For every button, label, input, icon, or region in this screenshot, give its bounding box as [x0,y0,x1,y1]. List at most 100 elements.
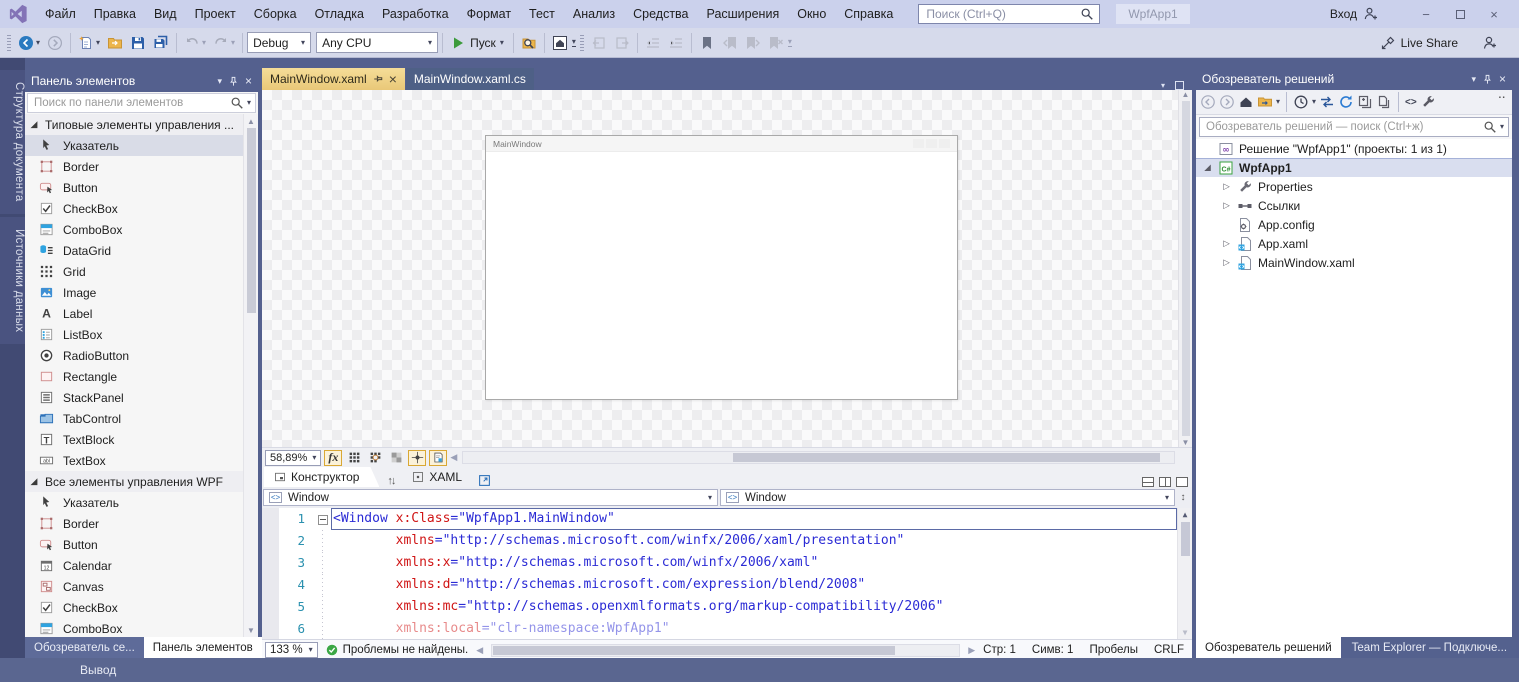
toolbox-item[interactable]: Button [25,534,243,555]
tree-expander-icon[interactable] [1221,181,1232,192]
fold-margin[interactable] [314,552,331,574]
tab-design-view[interactable]: Конструктор [264,467,379,487]
toolbox-item[interactable]: ComboBox [25,219,243,240]
tab-list-dropdown-icon[interactable] [1161,82,1165,90]
toolbox-item[interactable]: CheckBox [25,597,243,618]
menu-item[interactable]: Тест [520,0,564,28]
start-debugging-button[interactable]: Пуск [447,31,509,55]
tab-mainwindow-xaml[interactable]: MainWindow.xaml [262,68,405,90]
tree-expander-icon[interactable] [1221,238,1232,249]
toolbar-grip[interactable] [7,35,11,51]
tab-team-explorer[interactable]: Team Explorer — Подключе... [1343,637,1516,658]
editor-vertical-scrollbar[interactable]: ▲ ▼ [1177,508,1192,639]
menu-item[interactable]: Разработка [373,0,458,28]
designer-zoom-combo[interactable]: 58,89% [265,450,321,466]
find-in-files-button[interactable] [518,31,540,55]
search-options-icon[interactable] [1500,123,1504,131]
switch-views-icon[interactable] [1257,94,1273,110]
undo-button[interactable] [181,31,209,55]
solution-platform-combo[interactable]: Any CPU [316,32,438,53]
search-options-icon[interactable] [247,99,251,107]
toolbox-item[interactable]: Указатель [25,492,243,513]
tab-server-explorer[interactable]: Обозреватель се... [25,637,144,658]
menu-item[interactable]: Проект [186,0,245,28]
editor-horizontal-scrollbar[interactable] [491,644,960,657]
design-window-preview[interactable]: MainWindow [485,135,958,400]
view-code-icon[interactable]: <> [1405,97,1417,108]
line-ending[interactable]: CRLF [1154,644,1184,656]
send-feedback-button[interactable] [1479,31,1501,55]
scroll-down-icon[interactable]: ▼ [247,623,255,637]
side-tab[interactable]: Структура документа [0,70,25,214]
scrollbar-thumb[interactable] [247,128,256,313]
designer-vertical-scrollbar[interactable]: ▲ ▼ [1178,90,1192,447]
toolbox-item[interactable]: Grid [25,261,243,282]
menu-item[interactable]: Отладка [306,0,373,28]
scrollbar-thumb[interactable] [493,646,895,655]
toolbox-header[interactable]: Панель элементов ▾ × [25,70,258,92]
close-icon[interactable]: × [245,74,252,88]
save-all-button[interactable] [150,31,172,55]
back-icon[interactable] [1200,94,1216,110]
designer-horizontal-scrollbar[interactable] [462,451,1175,464]
splitter-handle-icon[interactable]: ↕ [1176,492,1190,503]
vertical-split-icon[interactable] [1159,477,1171,487]
toolbox-item[interactable]: 12 Calendar [25,555,243,576]
tab-xaml-view[interactable]: XAML [402,467,472,487]
pop-out-pane-icon[interactable] [478,474,491,487]
toolbox-search[interactable] [27,93,256,113]
close-icon[interactable]: × [1499,72,1506,86]
breadcrumb-right[interactable]: <> Window [720,489,1175,506]
properties-wrench-icon[interactable] [1420,94,1436,110]
code-line[interactable]: 4 xmlns:d="http://schemas.microsoft.com/… [262,574,1192,596]
menu-item[interactable]: Правка [85,0,145,28]
solution-search-input[interactable] [1204,120,1480,134]
toolbox-search-input[interactable] [32,96,227,110]
document-health-indicator[interactable]: Проблемы не найдены. [326,644,469,656]
float-window-icon[interactable] [1175,81,1184,90]
solution-configuration-combo[interactable]: Debug [247,32,311,53]
scroll-down-icon[interactable]: ▼ [1182,438,1190,447]
toggle-artboard-background-button[interactable] [387,450,405,466]
menu-item[interactable]: Сборка [245,0,306,28]
switch-views-dropdown-icon[interactable] [1276,98,1280,106]
home-icon[interactable] [1238,94,1254,110]
tree-item[interactable]: Properties [1196,177,1512,196]
toolbox-item[interactable]: Border [25,513,243,534]
refresh-icon[interactable] [1338,94,1354,110]
increase-indent-button[interactable] [665,31,687,55]
save-button[interactable] [127,31,149,55]
window-position-icon[interactable]: ▾ [1471,74,1476,85]
menu-item[interactable]: Расширения [698,0,789,28]
xaml-designer-surface[interactable]: MainWindow ▲ ▼ [262,90,1192,447]
scroll-right-icon[interactable]: ▶ [968,646,975,655]
menu-item[interactable]: Средства [624,0,697,28]
bookmark-toolbar-options-icon[interactable] [788,38,792,47]
toolbox-scrollbar[interactable]: ▲ ▼ [243,114,258,637]
toolbox-item[interactable]: CheckBox [25,198,243,219]
toolbox-item[interactable]: T TextBlock [25,429,243,450]
toolbox-item[interactable]: ComboBox [25,618,243,637]
breadcrumb-left[interactable]: <> Window [263,489,718,506]
toggle-snaplines-button[interactable] [408,450,426,466]
pin-tab-icon[interactable] [373,74,383,84]
toolbox-item[interactable]: Button [25,177,243,198]
sync-with-active-document-icon[interactable] [1319,94,1335,110]
redo-button[interactable] [210,31,238,55]
maximize-button[interactable] [1443,0,1477,28]
scroll-down-icon[interactable]: ▼ [1183,626,1188,639]
menu-item[interactable]: Анализ [564,0,624,28]
scroll-left-icon[interactable]: ◀ [450,453,457,462]
pin-icon[interactable] [228,76,239,87]
clear-bookmarks-button[interactable] [765,31,787,55]
navigate-forward-button[interactable] [44,31,66,55]
fold-margin[interactable] [314,530,331,552]
toolbox-item[interactable]: Image [25,282,243,303]
forward-icon[interactable] [1219,94,1235,110]
open-file-button[interactable] [104,31,126,55]
previous-bookmark-button[interactable] [719,31,741,55]
toolbox-item[interactable]: A Label [25,303,243,324]
tab-mainwindow-xaml-cs[interactable]: MainWindow.xaml.cs [406,68,534,90]
toolbox-item[interactable]: DataGrid [25,240,243,261]
tree-item[interactable]: C# WpfApp1 [1196,158,1512,177]
